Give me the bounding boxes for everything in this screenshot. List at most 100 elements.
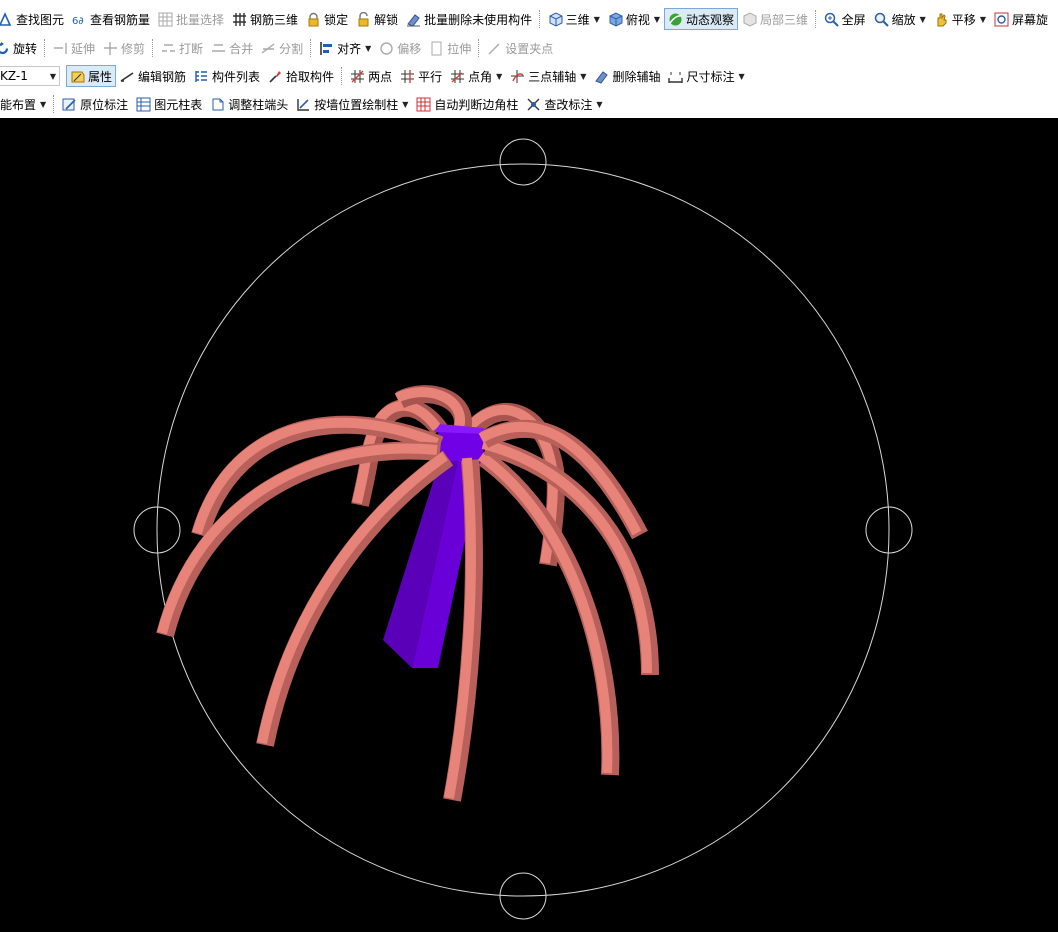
dropdown-arrow-icon: ▼ bbox=[653, 14, 661, 24]
split-button[interactable]: 分割 bbox=[257, 37, 307, 59]
delete-axis-icon bbox=[594, 69, 609, 84]
local-3d-button[interactable]: 局部三维 bbox=[738, 8, 812, 30]
batch-select-button[interactable]: 批量选择 bbox=[154, 8, 228, 30]
offset-button[interactable]: 偏移 bbox=[375, 37, 425, 59]
fullscreen-label: 全屏 bbox=[841, 12, 866, 27]
stretch-icon bbox=[429, 41, 444, 56]
two-points-label: 两点 bbox=[368, 69, 393, 84]
draw-column-icon bbox=[296, 97, 311, 112]
check-label-dropdown[interactable]: 查改标注 ▼ bbox=[522, 93, 606, 115]
trim-button[interactable]: 修剪 bbox=[99, 37, 149, 59]
point-angle-label: 点角 bbox=[468, 69, 493, 84]
align-dropdown[interactable]: 对齐 ▼ bbox=[315, 37, 375, 59]
set-grip-button[interactable]: 设置夹点 bbox=[483, 37, 557, 59]
stretch-button[interactable]: 拉伸 bbox=[425, 37, 475, 59]
element-column-table-button[interactable]: 图元柱表 bbox=[132, 93, 206, 115]
dropdown-arrow-icon: ▼ bbox=[365, 43, 372, 53]
dynamic-observe-button[interactable]: 动态观察 bbox=[664, 8, 739, 30]
delete-axis-label: 删除辅轴 bbox=[612, 69, 661, 84]
pick-component-button[interactable]: 拾取构件 bbox=[264, 65, 338, 87]
dropdown-arrow-icon: ▼ bbox=[40, 99, 47, 109]
view-rebar-qty-button[interactable]: 6∂ 查看钢筋量 bbox=[68, 8, 154, 30]
cube-icon bbox=[548, 11, 563, 27]
offset-label: 偏移 bbox=[397, 41, 422, 56]
zoom-dropdown[interactable]: 缩放 ▼ bbox=[870, 8, 930, 30]
merge-icon bbox=[211, 41, 226, 56]
batch-select-icon bbox=[158, 12, 173, 27]
lock-button[interactable]: 锁定 bbox=[302, 8, 352, 30]
parallel-button[interactable]: 平行 bbox=[396, 65, 446, 87]
component-select-value: KZ-1 bbox=[0, 69, 28, 83]
dropdown-arrow-icon: ▼ bbox=[919, 14, 926, 24]
lock-icon bbox=[306, 12, 321, 27]
point-angle-dropdown[interactable]: 点角 ▼ bbox=[446, 65, 506, 87]
split-icon bbox=[261, 41, 276, 56]
adjust-column-end-button[interactable]: 调整柱端头 bbox=[206, 93, 292, 115]
extend-button[interactable]: 延伸 bbox=[49, 37, 99, 59]
screen-rotate-label: 屏幕旋 bbox=[1011, 12, 1048, 27]
break-icon bbox=[161, 41, 176, 56]
zoom-icon bbox=[874, 12, 889, 27]
toolbar-separator bbox=[478, 39, 480, 57]
batch-delete-unused-label: 批量删除未使用构件 bbox=[424, 12, 533, 27]
component-select[interactable]: KZ-1 ▼ bbox=[0, 66, 60, 86]
batch-select-label: 批量选择 bbox=[176, 12, 225, 27]
auto-corner-column-button[interactable]: 自动判断边角柱 bbox=[412, 93, 522, 115]
draw-column-by-wall-dropdown[interactable]: 按墙位置绘制柱 ▼ bbox=[292, 93, 412, 115]
point-angle-icon bbox=[450, 69, 465, 84]
two-points-button[interactable]: 两点 bbox=[346, 65, 396, 87]
toolbar-separator bbox=[539, 10, 541, 28]
toolbar-row-2: 旋转 延伸 修剪 打断 合并 分割 对齐 ▼ 偏移 拉伸 设置夹点 bbox=[0, 34, 1049, 62]
two-points-icon bbox=[350, 69, 365, 84]
screen-rotate-button[interactable]: 屏幕旋 bbox=[990, 8, 1052, 30]
in-place-label-text: 原位标注 bbox=[80, 97, 129, 112]
fullscreen-button[interactable]: 全屏 bbox=[820, 8, 870, 30]
rebar-3d-icon bbox=[232, 12, 247, 27]
rebar-3d-button[interactable]: 钢筋三维 bbox=[228, 8, 302, 30]
break-button[interactable]: 打断 bbox=[157, 37, 207, 59]
dropdown-arrow-icon: ▼ bbox=[596, 99, 603, 109]
toolbar-separator bbox=[152, 39, 154, 57]
three-point-axis-icon bbox=[510, 69, 525, 84]
rebar-3d-label: 钢筋三维 bbox=[250, 12, 299, 27]
in-place-label-button[interactable]: 原位标注 bbox=[58, 93, 132, 115]
rotate-label: 旋转 bbox=[13, 41, 38, 56]
batch-delete-unused-button[interactable]: 批量删除未使用构件 bbox=[402, 8, 536, 30]
dropdown-arrow-icon: ▼ bbox=[593, 14, 600, 24]
merge-button[interactable]: 合并 bbox=[207, 37, 257, 59]
properties-label: 属性 bbox=[88, 69, 113, 84]
delete-axis-button[interactable]: 删除辅轴 bbox=[590, 65, 664, 87]
three-point-axis-dropdown[interactable]: 三点辅轴 ▼ bbox=[506, 65, 590, 87]
trim-icon bbox=[103, 41, 118, 56]
align-icon bbox=[319, 41, 334, 56]
find-element-button[interactable]: 查找图元 bbox=[0, 8, 68, 30]
adjust-column-end-label: 调整柱端头 bbox=[228, 97, 289, 112]
find-element-label: 查找图元 bbox=[16, 12, 65, 27]
three-point-axis-label: 三点辅轴 bbox=[528, 69, 577, 84]
align-label: 对齐 bbox=[337, 41, 362, 56]
in-place-label-icon bbox=[62, 97, 77, 112]
orbit-handle-top[interactable] bbox=[499, 138, 547, 186]
toolbar-separator bbox=[44, 39, 46, 57]
unlock-button[interactable]: 解锁 bbox=[352, 8, 402, 30]
3d-viewport[interactable] bbox=[0, 118, 1058, 932]
orbit-circle[interactable] bbox=[156, 163, 890, 897]
edit-rebar-icon bbox=[120, 69, 135, 84]
unlock-icon bbox=[356, 11, 371, 27]
edit-rebar-button[interactable]: 编辑钢筋 bbox=[116, 65, 190, 87]
view-3d-dropdown[interactable]: 三维 ▼ bbox=[544, 8, 604, 30]
rotate-button[interactable]: 旋转 bbox=[0, 37, 41, 59]
3d-scene[interactable] bbox=[0, 118, 1058, 932]
top-view-dropdown[interactable]: 俯视 ▼ bbox=[604, 8, 664, 30]
component-list-button[interactable]: 构件列表 bbox=[190, 65, 264, 87]
dropdown-arrow-icon: ▼ bbox=[49, 71, 56, 81]
toolbar-row-1: 查找图元 6∂ 查看钢筋量 批量选择 钢筋三维 锁定 解锁 批量删除未使用构件 bbox=[0, 5, 1052, 33]
pan-dropdown[interactable]: 平移 ▼ bbox=[930, 8, 990, 30]
smart-layout-dropdown[interactable]: 能布置 ▼ bbox=[0, 93, 50, 115]
dimension-dropdown[interactable]: 尺寸标注 ▼ bbox=[664, 65, 748, 87]
top-view-cube-icon bbox=[608, 11, 623, 27]
zoom-label: 缩放 bbox=[891, 12, 916, 27]
properties-button[interactable]: 属性 bbox=[66, 65, 117, 87]
toolbar-separator bbox=[53, 95, 55, 113]
edit-rebar-label: 编辑钢筋 bbox=[138, 69, 187, 84]
